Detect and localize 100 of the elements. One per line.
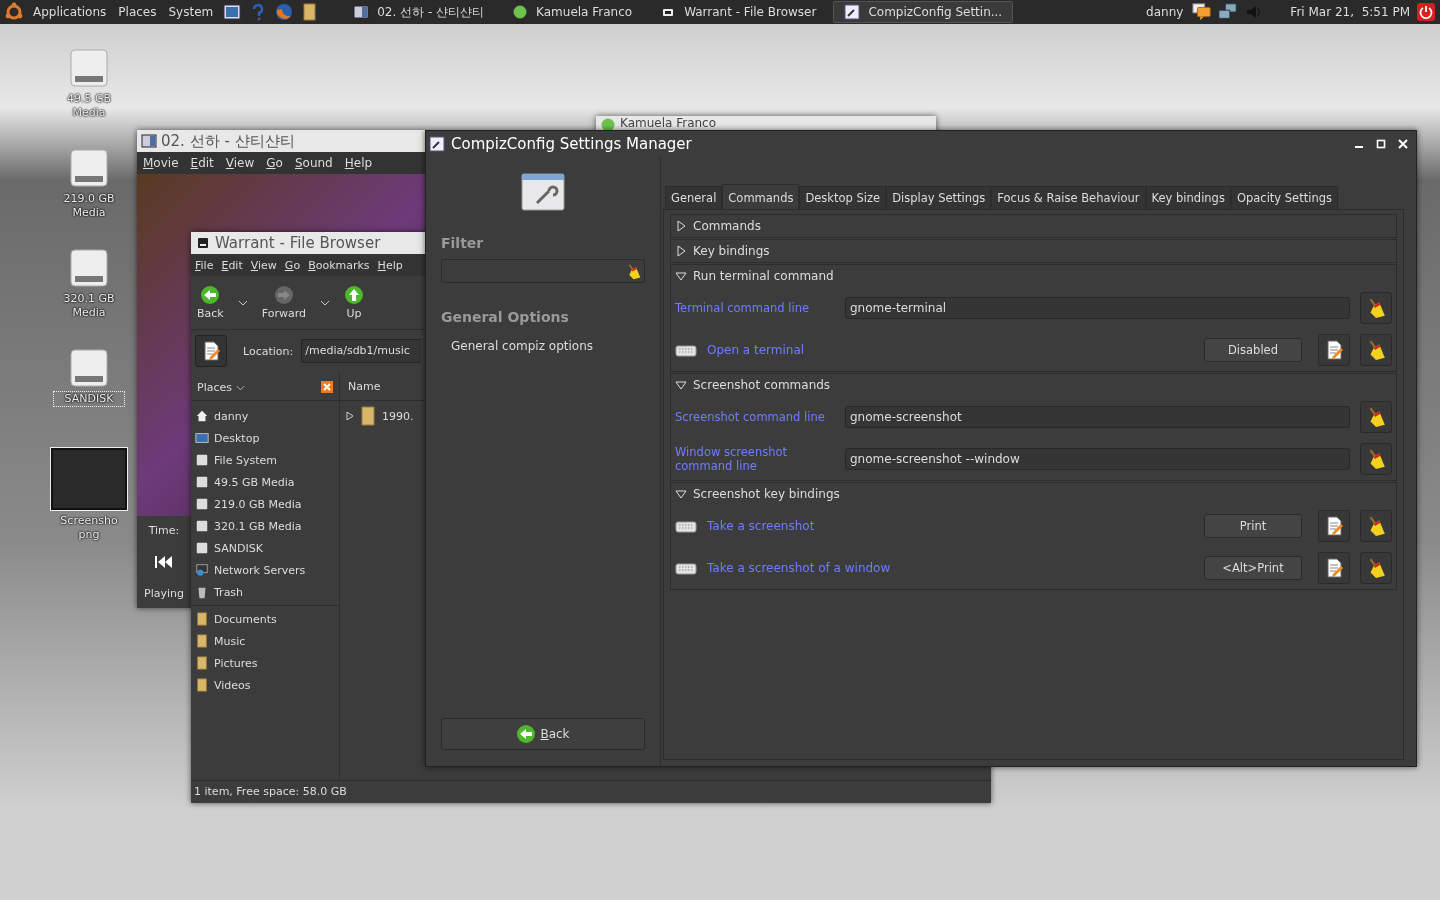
drive-icon [195,235,211,251]
dropdown-caret-icon[interactable] [319,299,330,306]
sidebar-item[interactable]: 320.1 GB Media [191,515,339,537]
menu-item[interactable]: View [250,258,277,272]
reset-button[interactable] [1360,401,1392,433]
section-header[interactable]: Key bindings [671,240,1396,262]
sidebar-item[interactable]: Videos [191,674,339,696]
menu-item[interactable]: File [195,258,214,272]
clock[interactable]: Fri Mar 21, 5:51 PM [1290,5,1410,19]
key-binding-button[interactable]: <Alt>Print [1204,556,1302,580]
menu-item[interactable]: Edit [221,258,243,272]
reset-button[interactable] [1360,292,1392,324]
taskbar-button[interactable]: 02. 선하 - 샨티샨티 [342,0,496,24]
taskbar-button[interactable]: CompizConfig Settin... [833,1,1014,23]
places-dropdown[interactable]: Places [197,380,245,394]
menu-item[interactable]: Sound [294,156,333,170]
section-header[interactable]: Screenshot key bindings [671,483,1396,505]
drive-icon [195,541,209,555]
menu-item[interactable]: Help [377,258,403,272]
sidebar-item[interactable]: 219.0 GB Media [191,493,339,515]
tab[interactable]: Commands [722,184,800,209]
menu-item[interactable]: View [225,156,255,170]
tab[interactable]: Desktop Size [799,186,887,209]
command-field[interactable]: gnome-screenshot --window [845,448,1350,470]
section-header[interactable]: Screenshot commands [671,374,1396,396]
folder-icon [195,678,209,692]
sidebar-item[interactable]: SANDISK [191,537,339,559]
status-text: 1 item, Free space: 58.0 GB [194,785,347,798]
back-button[interactable]: Back [441,718,645,750]
sidebar-item[interactable]: 49.5 GB Media [191,471,339,493]
edit-button[interactable] [1318,510,1350,542]
status-text: Playing [144,587,184,600]
sidebar-item[interactable]: Trash [191,581,339,603]
key-binding-button[interactable]: Disabled [1204,338,1302,362]
filter-field[interactable] [441,259,645,283]
logo-icon[interactable] [4,2,24,22]
sidebar-item[interactable]: Desktop [191,427,339,449]
tab[interactable]: Key bindings [1145,186,1231,209]
reset-button[interactable] [1360,552,1392,584]
sidebar-item[interactable]: Network Servers [191,559,339,581]
network-icon[interactable] [1218,2,1239,22]
key-binding-button[interactable]: Print [1204,514,1302,538]
tab[interactable]: General [665,186,723,209]
maximize-icon[interactable] [1376,139,1386,149]
panel-menu[interactable]: Places [115,5,160,19]
menu-item[interactable]: Movie [143,156,179,170]
menu-item[interactable]: Go [284,258,301,272]
section-header[interactable]: Commands [671,215,1396,237]
toolbar-button[interactable]: Up [343,285,364,320]
chat-bubble-icon[interactable] [1192,2,1213,22]
icon-label[interactable]: 49.5 GB Media [54,92,124,120]
drive-icon[interactable] [69,248,109,288]
edit-button[interactable] [1318,334,1350,366]
globe-icon[interactable] [274,2,295,22]
expander-icon[interactable] [346,411,354,421]
tab[interactable]: Opacity Settings [1230,186,1338,209]
drive-icon [195,519,209,533]
icon-label[interactable]: 320.1 GB Media [54,292,124,320]
status-dot-icon [512,4,529,20]
previous-icon[interactable] [154,555,174,569]
menu-item[interactable]: Edit [190,156,214,170]
edit-location-button[interactable] [195,335,227,367]
drive-icon[interactable] [69,48,109,88]
taskbar-button[interactable]: Kamuela Franco [501,1,644,23]
sidebar-item[interactable]: Music [191,630,339,652]
tab[interactable]: Display Settings [886,186,992,209]
sidebar-item[interactable]: Documents [191,608,339,630]
dropdown-caret-icon[interactable] [237,299,248,306]
toolbar-button[interactable]: Back [197,285,224,320]
user-name[interactable]: danny [1143,5,1187,19]
wrench-window-icon [844,4,861,20]
sidebar-item[interactable]: danny [191,405,339,427]
command-field[interactable]: gnome-screenshot [845,406,1350,428]
panel-menu[interactable]: System [165,5,217,19]
menu-item[interactable]: Go [266,156,283,170]
picture-icon[interactable] [222,2,243,22]
sidebar-item[interactable]: Pictures [191,652,339,674]
icon-label[interactable]: 219.0 GB Media [54,192,124,220]
sidebar-item[interactable]: File System [191,449,339,471]
tab[interactable]: Focus & Raise Behaviour [991,186,1146,209]
drive-icon[interactable] [69,148,109,188]
drive-icon[interactable] [69,348,109,388]
category-heading: General Options [441,309,570,325]
menu-item[interactable]: Bookmarks [308,258,370,272]
edit-button[interactable] [1318,552,1350,584]
close-icon[interactable] [1398,139,1408,149]
taskbar-button[interactable]: Warrant - File Browser [649,1,828,23]
command-field[interactable]: gnome-terminal [845,297,1350,319]
reset-button[interactable] [1360,443,1392,475]
reset-button[interactable] [1360,510,1392,542]
plugin-list-item[interactable]: General compiz options [441,339,645,353]
location-field[interactable]: /media/sdb1/music [301,339,421,363]
power-icon[interactable] [1416,2,1436,22]
panel-menu[interactable]: Applications [30,5,110,19]
file-name[interactable]: 1990. [382,409,414,423]
section-header[interactable]: Run terminal command [671,265,1396,287]
menu-item[interactable]: Help [344,156,373,170]
edit-document-icon [1324,340,1344,360]
reset-button[interactable] [1360,334,1392,366]
screenshot-thumbnail[interactable] [51,448,127,510]
